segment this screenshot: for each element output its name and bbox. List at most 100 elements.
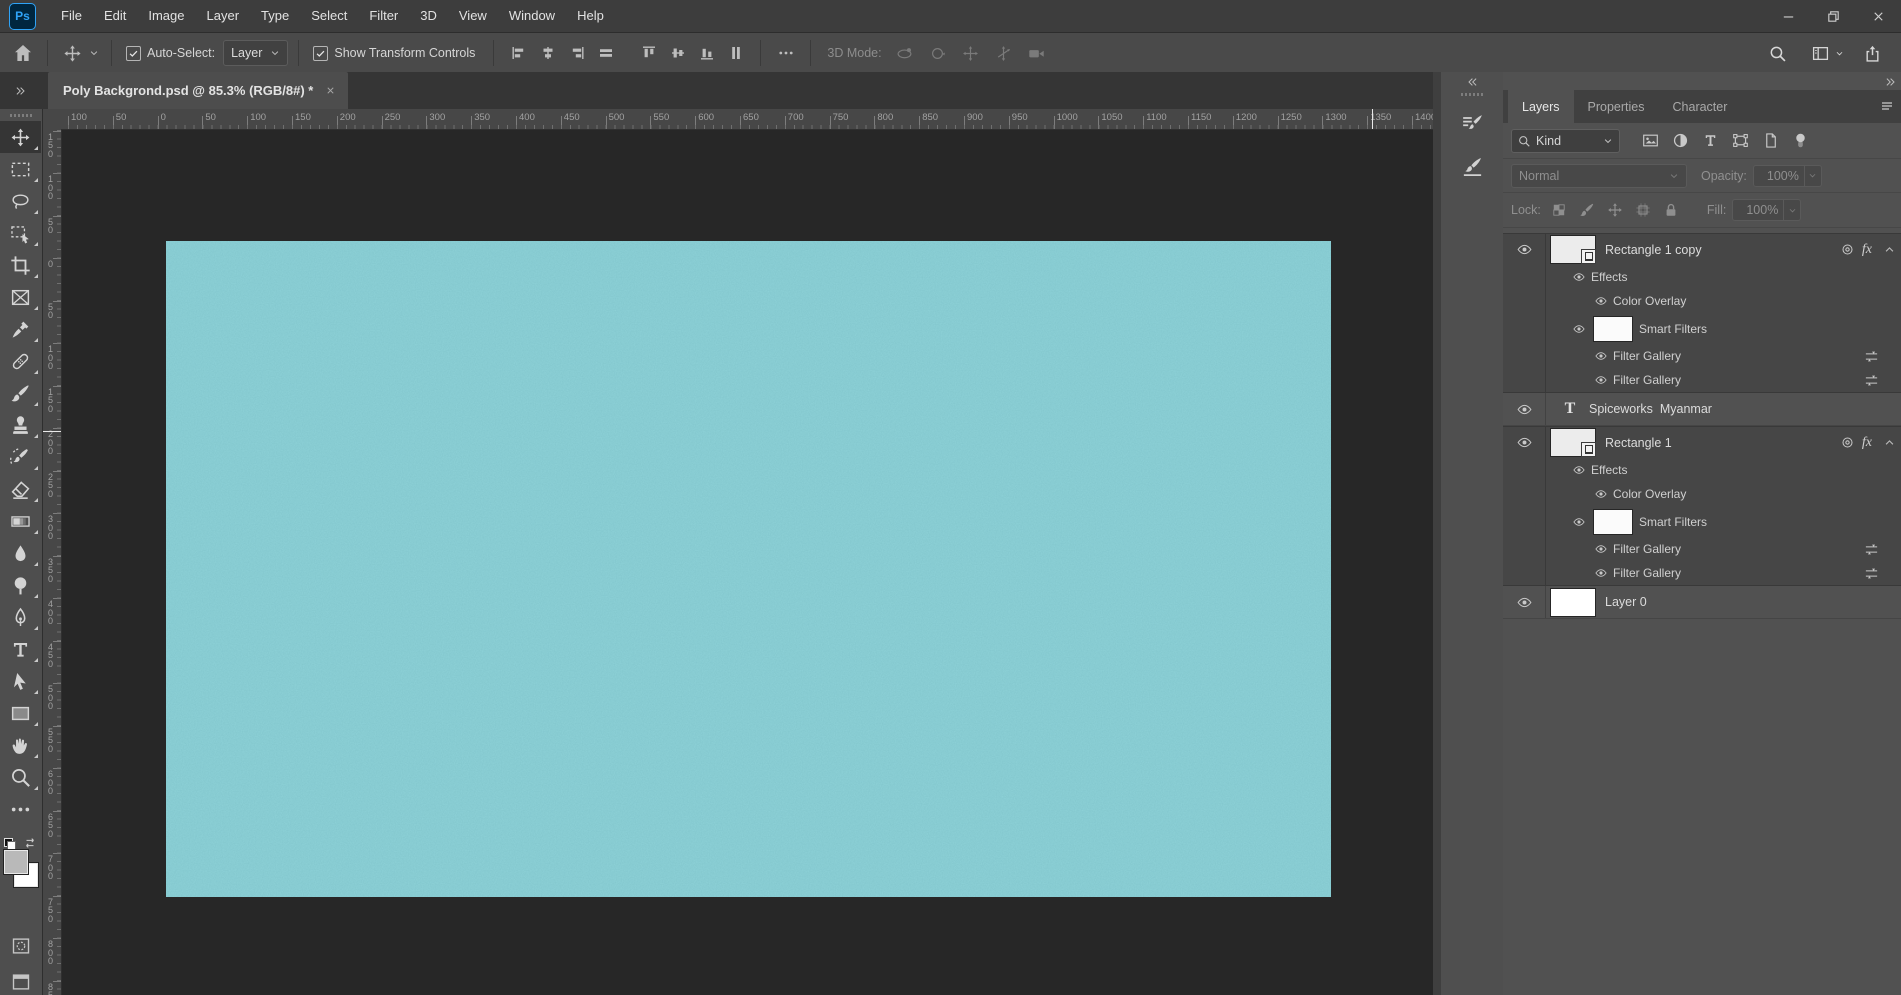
layer-row[interactable]: Rectangle 1 copy fx	[1503, 234, 1901, 265]
filter-mask-thumbnail[interactable]	[1593, 508, 1633, 535]
slide-3d-camera-button[interactable]	[989, 40, 1018, 66]
window-restore-button[interactable]	[1811, 0, 1856, 32]
layer-name[interactable]: Layer 0	[1605, 595, 1647, 609]
layer-name[interactable]: Spiceworks Myanmar	[1589, 402, 1712, 416]
layer-visibility-toggle[interactable]	[1516, 402, 1532, 417]
effect-visibility-toggle[interactable]	[1573, 271, 1585, 283]
opacity-input[interactable]: 100%	[1752, 164, 1805, 187]
layer-name[interactable]: Rectangle 1	[1605, 436, 1672, 450]
effect-visibility-toggle[interactable]	[1573, 323, 1585, 335]
pen-tool[interactable]	[0, 601, 41, 633]
menu-file[interactable]: File	[50, 0, 93, 32]
photoshop-logo[interactable]: Ps	[9, 2, 36, 30]
crop-tool[interactable]	[0, 249, 41, 281]
effect-visibility-toggle[interactable]	[1573, 516, 1585, 528]
edit-toolbar[interactable]	[0, 793, 41, 825]
menu-help[interactable]: Help	[566, 0, 615, 32]
dodge-tool[interactable]	[0, 569, 41, 601]
drag-3d-camera-button[interactable]	[956, 40, 985, 66]
more-align-options-button[interactable]	[771, 40, 800, 66]
auto-select-checkbox[interactable]	[126, 45, 141, 61]
layer-row[interactable]: Layer 0	[1503, 586, 1901, 619]
document-tab[interactable]: Poly Backgrond.psd @ 85.3% (RGB/8#) *	[48, 72, 349, 109]
brush-tool[interactable]	[0, 377, 41, 409]
eyedropper-tool[interactable]	[0, 313, 41, 345]
adjustment-layer-filter-button[interactable]	[1672, 132, 1689, 149]
ruler-corner[interactable]	[42, 109, 62, 130]
pixel-layer-filter-button[interactable]	[1642, 132, 1659, 149]
dock-divider[interactable]	[1433, 72, 1441, 995]
type-layer-filter-button[interactable]	[1702, 132, 1719, 149]
menu-filter[interactable]: Filter	[358, 0, 409, 32]
layer-sub-row[interactable]: Color Overlay	[1503, 289, 1901, 313]
menu-image[interactable]: Image	[137, 0, 195, 32]
layer-sub-row[interactable]: Filter Gallery	[1503, 561, 1901, 585]
foreground-color-swatch[interactable]	[3, 849, 29, 875]
effect-visibility-toggle[interactable]	[1573, 464, 1585, 476]
collapse-dock-button[interactable]	[1885, 76, 1897, 88]
layer-thumbnail[interactable]	[1550, 428, 1596, 457]
screen-mode-button[interactable]	[0, 967, 42, 995]
document-canvas[interactable]	[166, 241, 1331, 897]
home-button[interactable]	[8, 40, 37, 66]
eraser-tool[interactable]	[0, 473, 41, 505]
path-selection-tool[interactable]	[0, 665, 41, 697]
workspace-chevron-icon[interactable]	[1835, 49, 1844, 58]
align-horizontal-centers-button[interactable]	[533, 40, 562, 66]
horizontal-type-tool[interactable]	[0, 633, 41, 665]
filter-toggle-button[interactable]	[1792, 132, 1809, 149]
swap-colors-button[interactable]	[23, 836, 37, 850]
align-right-edges-button[interactable]	[562, 40, 591, 66]
effect-visibility-toggle[interactable]	[1595, 543, 1607, 555]
menu-edit[interactable]: Edit	[93, 0, 137, 32]
expand-panels-button[interactable]	[1441, 76, 1503, 88]
effect-visibility-toggle[interactable]	[1595, 567, 1607, 579]
vertical-ruler[interactable]: 1 5 0 1 0 0 5 0 0 5 0 1 0 0 1 5 0 2 0 0 2 5 0 3 0…	[42, 129, 62, 995]
effect-visibility-toggle[interactable]	[1595, 295, 1607, 307]
blur-tool[interactable]	[0, 537, 41, 569]
toolbar-grip[interactable]	[10, 114, 32, 117]
shape-layer-filter-button[interactable]	[1732, 132, 1749, 149]
show-transform-checkbox[interactable]	[313, 45, 329, 61]
layer-thumbnail[interactable]	[1550, 235, 1596, 264]
roll-3d-camera-button[interactable]	[923, 40, 952, 66]
orbit-3d-camera-button[interactable]	[890, 40, 919, 66]
align-left-edges-button[interactable]	[504, 40, 533, 66]
menu-layer[interactable]: Layer	[196, 0, 251, 32]
lock-position-button[interactable]	[1607, 202, 1623, 218]
collapse-effects-chevron-icon[interactable]	[1883, 436, 1896, 449]
spot-healing-brush-tool[interactable]	[0, 345, 41, 377]
brush-settings-panel-button[interactable]	[1441, 106, 1503, 142]
layer-sub-row[interactable]: Smart Filters	[1503, 506, 1901, 537]
window-close-button[interactable]	[1856, 0, 1901, 32]
rectangular-marquee-tool[interactable]	[0, 153, 41, 185]
effect-visibility-toggle[interactable]	[1595, 350, 1607, 362]
fill-input[interactable]: 100%	[1732, 199, 1785, 221]
frame-tool[interactable]	[0, 281, 41, 313]
layer-visibility-toggle[interactable]	[1516, 435, 1532, 450]
layer-sub-row[interactable]: Smart Filters	[1503, 313, 1901, 344]
layer-sub-row[interactable]: Color Overlay	[1503, 482, 1901, 506]
filter-blend-options-icon[interactable]	[1864, 373, 1879, 388]
quick-mask-button[interactable]	[0, 931, 42, 961]
tool-preset-chevron-icon[interactable]	[87, 40, 101, 66]
align-vertical-centers-button[interactable]	[663, 40, 692, 66]
horizontal-ruler[interactable]: 100 50 0 50 100 150 200 250 300 350 400 450 500 550 60…	[61, 109, 1433, 130]
layer-thumbnail[interactable]	[1550, 587, 1596, 617]
brushes-panel-button[interactable]	[1441, 148, 1503, 184]
layer-sub-row[interactable]: Effects	[1503, 458, 1901, 482]
menu-type[interactable]: Type	[250, 0, 300, 32]
zoom-3d-camera-button[interactable]	[1022, 40, 1051, 66]
gradient-tool[interactable]	[0, 505, 41, 537]
layer-row[interactable]: T Spiceworks Myanmar	[1503, 393, 1901, 426]
move-tool[interactable]	[0, 121, 41, 153]
layer-sub-row[interactable]: Filter Gallery	[1503, 537, 1901, 561]
text-layer-thumbnail[interactable]: T	[1560, 400, 1580, 418]
layer-visibility-toggle[interactable]	[1516, 242, 1532, 257]
rectangle-tool[interactable]	[0, 697, 41, 729]
toolbar-collapse-button[interactable]	[0, 72, 42, 109]
fill-dropdown-button[interactable]	[1784, 199, 1802, 221]
menu-select[interactable]: Select	[300, 0, 358, 32]
lock-all-button[interactable]	[1663, 202, 1679, 218]
layer-visibility-toggle[interactable]	[1516, 595, 1532, 610]
